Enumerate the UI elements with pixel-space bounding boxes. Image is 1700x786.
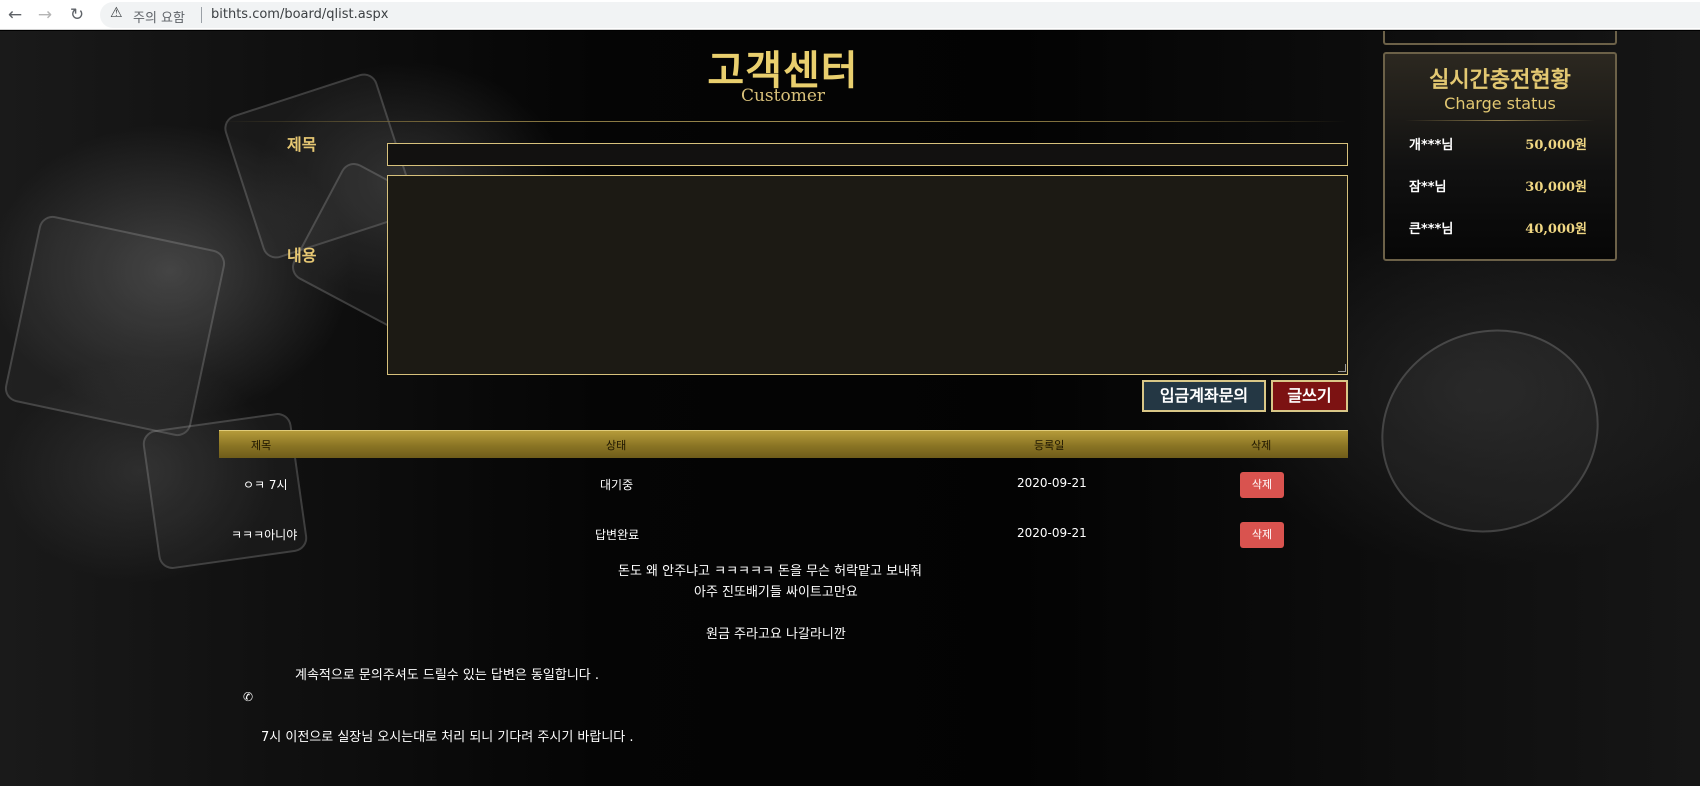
url-text[interactable]: bithts.com/board/qlist.aspx — [211, 7, 388, 22]
answer-line: 돈도 왜 안주냐고 ㅋㅋㅋㅋㅋ 돈을 무슨 허락맡고 보내줘 — [618, 564, 923, 579]
sidebar-panel-edge — [1383, 31, 1617, 45]
column-header-delete: 삭제 — [1251, 439, 1272, 452]
back-arrow-icon[interactable]: ← — [4, 4, 26, 26]
title-divider — [220, 121, 1347, 122]
content-label: 내용 — [287, 246, 317, 265]
table-header: 제목 상태 등록일 삭제 — [219, 430, 1348, 458]
subject-input[interactable] — [387, 143, 1348, 166]
page-subtitle: Customer — [740, 86, 826, 106]
row-subject-link[interactable]: ㅇㅋ 7시 — [243, 476, 288, 493]
warning-icon: ⚠ — [110, 5, 123, 21]
answer-line: 아주 진또배기들 싸이트고만요 — [694, 585, 858, 600]
charge-status-title: 실시간충전현황 — [1429, 68, 1571, 93]
charge-amount: 40,000원 — [1525, 222, 1587, 237]
row-status: 대기중 — [600, 478, 634, 492]
address-bar[interactable]: ⚠ 주의 요함 bithts.com/board/qlist.aspx — [100, 2, 1700, 28]
column-header-date: 등록일 — [1034, 439, 1065, 452]
background-die — [1350, 297, 1630, 565]
row-date: 2020-09-21 — [1017, 526, 1087, 540]
content-textarea[interactable] — [387, 175, 1348, 375]
charge-status-subtitle: Charge status — [1444, 94, 1556, 113]
charge-user: 큰***님 — [1409, 222, 1454, 237]
row-status: 답변완료 — [595, 528, 640, 542]
answer-line: 계속적으로 문의주셔도 드릴수 있는 답변은 동일합니다 . — [295, 668, 600, 683]
deposit-inquiry-button[interactable]: 입금계좌문의 — [1142, 380, 1266, 412]
answer-line: 7시 이전으로 실장님 오시는대로 처리 되니 기다려 주시기 바랍니다 . — [261, 730, 634, 745]
address-separator — [201, 7, 202, 23]
charge-amount: 50,000원 — [1525, 138, 1587, 153]
textarea-resize-handle[interactable] — [1338, 364, 1346, 372]
background-die — [2, 213, 228, 439]
delete-button[interactable]: 삭제 — [1240, 472, 1284, 498]
write-button[interactable]: 글쓰기 — [1271, 380, 1348, 412]
subject-label: 제목 — [287, 135, 317, 154]
charge-amount: 30,000원 — [1525, 180, 1587, 195]
security-warning: 주의 요함 — [133, 11, 185, 26]
reload-icon[interactable]: ↻ — [66, 4, 88, 26]
forward-arrow-icon[interactable]: → — [34, 4, 56, 26]
column-header-subject: 제목 — [251, 439, 272, 452]
row-subject-link[interactable]: ㅋㅋㅋ아니야 — [231, 526, 297, 543]
charge-status-divider — [1405, 120, 1595, 121]
phone-icon: ✆ — [243, 690, 254, 704]
charge-user: 잠**님 — [1409, 180, 1447, 195]
answer-line: 원금 주라고요 나갈라니깐 — [706, 627, 846, 642]
column-header-status: 상태 — [606, 439, 627, 452]
charge-status-panel: 실시간충전현황 Charge status 개***님 50,000원 잠**님… — [1383, 52, 1617, 261]
browser-toolbar: ← → ↻ ⚠ 주의 요함 bithts.com/board/qlist.asp… — [0, 0, 1700, 30]
delete-button[interactable]: 삭제 — [1240, 522, 1284, 548]
row-date: 2020-09-21 — [1017, 476, 1087, 490]
charge-user: 개***님 — [1409, 138, 1454, 153]
